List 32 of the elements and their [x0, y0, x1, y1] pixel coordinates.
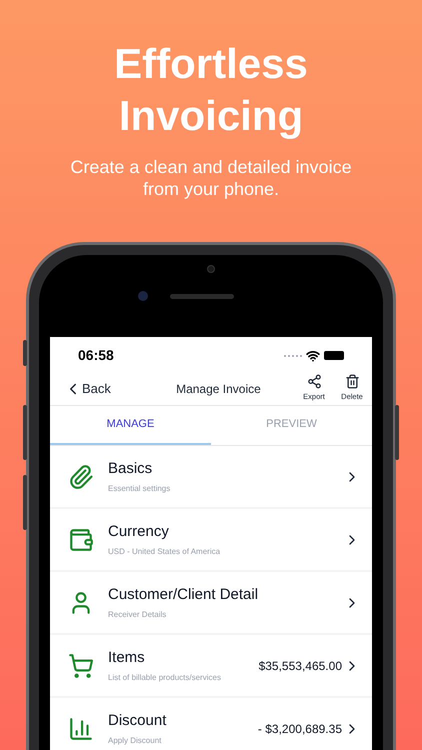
- trash-icon: [344, 374, 360, 390]
- settings-row[interactable]: Currency USD - United States of America: [50, 509, 372, 572]
- settings-row[interactable]: Customer/Client Detail Receiver Details: [50, 572, 372, 635]
- wallet-icon: [68, 526, 94, 552]
- row-subtitle: USD - United States of America: [108, 546, 222, 558]
- row-subtitle: Essential settings: [108, 482, 172, 495]
- subtitle: Create a clean and detailed invoice from your phone.: [69, 156, 353, 200]
- row-title: Items: [108, 648, 146, 668]
- settings-row[interactable]: Items List of billable products/services $35,553,465.00: [50, 635, 372, 698]
- back-button[interactable]: Back: [64, 378, 111, 398]
- headline: Effortless Invoicing: [113, 39, 309, 141]
- share-icon: [306, 374, 322, 390]
- row-title: Basics: [108, 459, 154, 480]
- speaker-icon: [170, 294, 234, 298]
- nav-title: Manage Invoice: [175, 380, 262, 398]
- status-time: 06:58: [78, 346, 114, 365]
- battery-icon: [324, 351, 344, 360]
- wifi-icon: [306, 348, 320, 362]
- settings-row[interactable]: Basics Essential settings: [50, 446, 372, 509]
- cart-icon: [68, 652, 94, 678]
- tab[interactable]: MANAGE: [50, 406, 211, 445]
- bar-chart-icon: [68, 716, 94, 742]
- row-value: $35,553,465.00: [258, 658, 342, 674]
- row-title: Customer/Client Detail: [108, 585, 260, 606]
- paperclip-icon: [68, 464, 94, 490]
- row-subtitle: Apply Discount: [108, 734, 162, 747]
- row-value: - $3,200,689.35: [258, 720, 342, 738]
- row-subtitle: Receiver Details: [108, 608, 168, 621]
- row-subtitle: List of billable products/services: [108, 672, 222, 684]
- row-title: Currency: [108, 522, 170, 542]
- settings-row[interactable]: Discount Apply Discount - $3,200,689.35: [50, 698, 372, 750]
- row-title: Discount: [108, 711, 168, 732]
